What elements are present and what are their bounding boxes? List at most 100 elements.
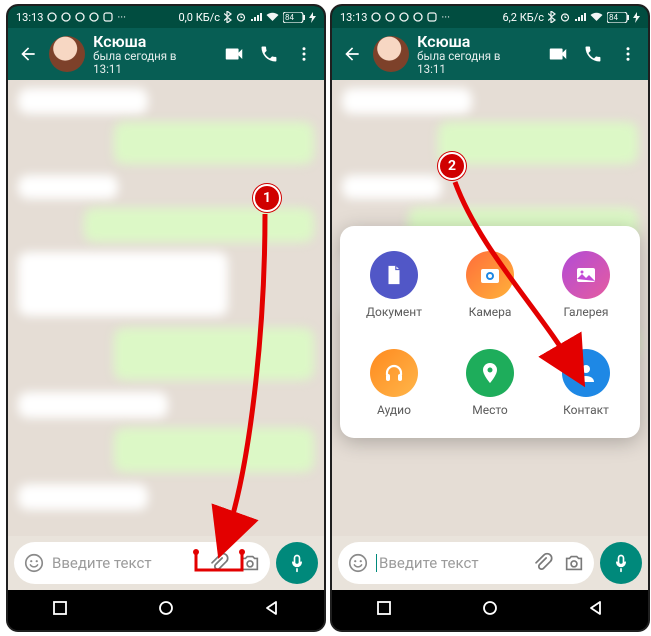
- android-status-bar: 13:13 ··· 0,0 КБ/с 84: [8, 6, 324, 28]
- wifi-icon: [590, 12, 603, 22]
- attach-option-contact[interactable]: Контакт: [538, 334, 634, 432]
- bluetooth-icon: [224, 11, 232, 23]
- mic-button[interactable]: [276, 542, 318, 584]
- notif-icon: [399, 12, 409, 22]
- emoji-icon[interactable]: [20, 552, 48, 574]
- android-nav-bar: [8, 590, 324, 630]
- notif-icon: [385, 12, 395, 22]
- gallery-icon: [562, 251, 610, 299]
- attach-option-location[interactable]: Место: [442, 334, 538, 432]
- message-out[interactable]: [84, 208, 314, 242]
- battery-icon: 84: [607, 12, 629, 23]
- attach-icon[interactable]: [528, 552, 556, 574]
- charging-icon: [309, 12, 316, 23]
- more-vert-icon[interactable]: [615, 45, 642, 63]
- avatar[interactable]: [49, 36, 85, 72]
- message-in[interactable]: [18, 484, 148, 510]
- video-call-icon[interactable]: [545, 43, 572, 65]
- notif-icon: [47, 12, 57, 22]
- alarm-icon: [236, 12, 246, 22]
- header-text[interactable]: Ксюша была сегодня в 13:11: [93, 33, 204, 76]
- attach-option-camera[interactable]: Камера: [442, 236, 538, 334]
- status-data-rate: 6,2 КБ/с: [502, 11, 544, 24]
- status-time: 13:13: [340, 11, 367, 24]
- attach-label: Аудио: [377, 403, 411, 417]
- message-in[interactable]: [18, 392, 168, 418]
- notif-icon: [103, 12, 113, 22]
- notif-icon: [371, 12, 381, 22]
- location-icon: [466, 349, 514, 397]
- nav-back-icon[interactable]: [264, 600, 280, 620]
- contact-presence: была сегодня в 13:11: [417, 50, 528, 76]
- battery-icon: 84: [283, 12, 305, 23]
- nav-recent-icon[interactable]: [376, 600, 392, 620]
- more-vert-icon[interactable]: [291, 45, 318, 63]
- message-input[interactable]: Введите текст: [376, 554, 524, 572]
- voice-call-icon[interactable]: [580, 44, 607, 64]
- chat-header[interactable]: Ксюша была сегодня в 13:11: [332, 28, 648, 80]
- back-icon[interactable]: [338, 44, 365, 64]
- message-in[interactable]: [342, 88, 472, 114]
- message-in[interactable]: [18, 175, 118, 199]
- wifi-icon: [266, 12, 279, 22]
- message-out[interactable]: [114, 328, 314, 380]
- attach-icon[interactable]: [204, 552, 232, 574]
- attach-label: Документ: [366, 305, 422, 319]
- message-in[interactable]: [18, 252, 228, 316]
- attachment-panel: Документ Камера Галерея Аудио Место: [340, 226, 640, 438]
- notif-icon: [61, 12, 71, 22]
- attach-label: Камера: [469, 305, 512, 319]
- voice-call-icon[interactable]: [256, 44, 283, 64]
- chat-area[interactable]: [8, 80, 324, 536]
- contact-name: Ксюша: [93, 33, 204, 50]
- notif-icon: [413, 12, 423, 22]
- message-out[interactable]: [438, 122, 638, 164]
- message-in[interactable]: [342, 175, 442, 199]
- notif-icon: [75, 12, 85, 22]
- message-input-pill[interactable]: Введите текст: [14, 542, 270, 584]
- nav-home-icon[interactable]: [157, 599, 175, 621]
- phone-screenshot-right: 13:13 ··· 6,2 КБ/с 84: [330, 4, 650, 632]
- message-input[interactable]: Введите текст: [52, 554, 200, 572]
- signal-icon: [574, 12, 586, 22]
- emoji-icon[interactable]: [344, 552, 372, 574]
- attach-option-audio[interactable]: Аудио: [346, 334, 442, 432]
- header-text[interactable]: Ксюша была сегодня в 13:11: [417, 33, 528, 76]
- phone-screenshot-left: 13:13 ··· 0,0 КБ/с 84: [6, 4, 326, 632]
- attach-label: Место: [472, 403, 508, 417]
- android-status-bar: 13:13 ··· 6,2 КБ/с 84: [332, 6, 648, 28]
- video-call-icon[interactable]: [221, 43, 248, 65]
- attach-label: Контакт: [563, 403, 609, 417]
- chat-header[interactable]: Ксюша была сегодня в 13:11: [8, 28, 324, 80]
- charging-icon: [633, 12, 640, 23]
- more-icon: ···: [441, 11, 450, 24]
- avatar[interactable]: [373, 36, 409, 72]
- document-icon: [370, 251, 418, 299]
- attach-label: Галерея: [564, 305, 609, 319]
- bluetooth-icon: [548, 11, 556, 23]
- camera-icon[interactable]: [560, 552, 588, 574]
- message-out[interactable]: [114, 428, 314, 472]
- message-out[interactable]: [114, 122, 314, 164]
- person-icon: [562, 349, 610, 397]
- back-icon[interactable]: [14, 44, 41, 64]
- more-icon: ···: [117, 11, 126, 24]
- composer: Введите текст: [8, 536, 324, 590]
- composer: Введите текст: [332, 536, 648, 590]
- status-data-rate: 0,0 КБ/с: [178, 11, 220, 24]
- status-time: 13:13: [16, 11, 43, 24]
- attach-option-document[interactable]: Документ: [346, 236, 442, 334]
- mic-button[interactable]: [600, 542, 642, 584]
- message-input-pill[interactable]: Введите текст: [338, 542, 594, 584]
- contact-name: Ксюша: [417, 33, 528, 50]
- nav-home-icon[interactable]: [481, 599, 499, 621]
- camera-icon[interactable]: [236, 552, 264, 574]
- contact-presence: была сегодня в 13:11: [93, 50, 204, 76]
- attach-option-gallery[interactable]: Галерея: [538, 236, 634, 334]
- nav-recent-icon[interactable]: [52, 600, 68, 620]
- chat-area[interactable]: Документ Камера Галерея Аудио Место: [332, 80, 648, 536]
- nav-back-icon[interactable]: [588, 600, 604, 620]
- message-in[interactable]: [18, 88, 148, 114]
- camera-color-icon: [466, 251, 514, 299]
- notif-icon: [427, 12, 437, 22]
